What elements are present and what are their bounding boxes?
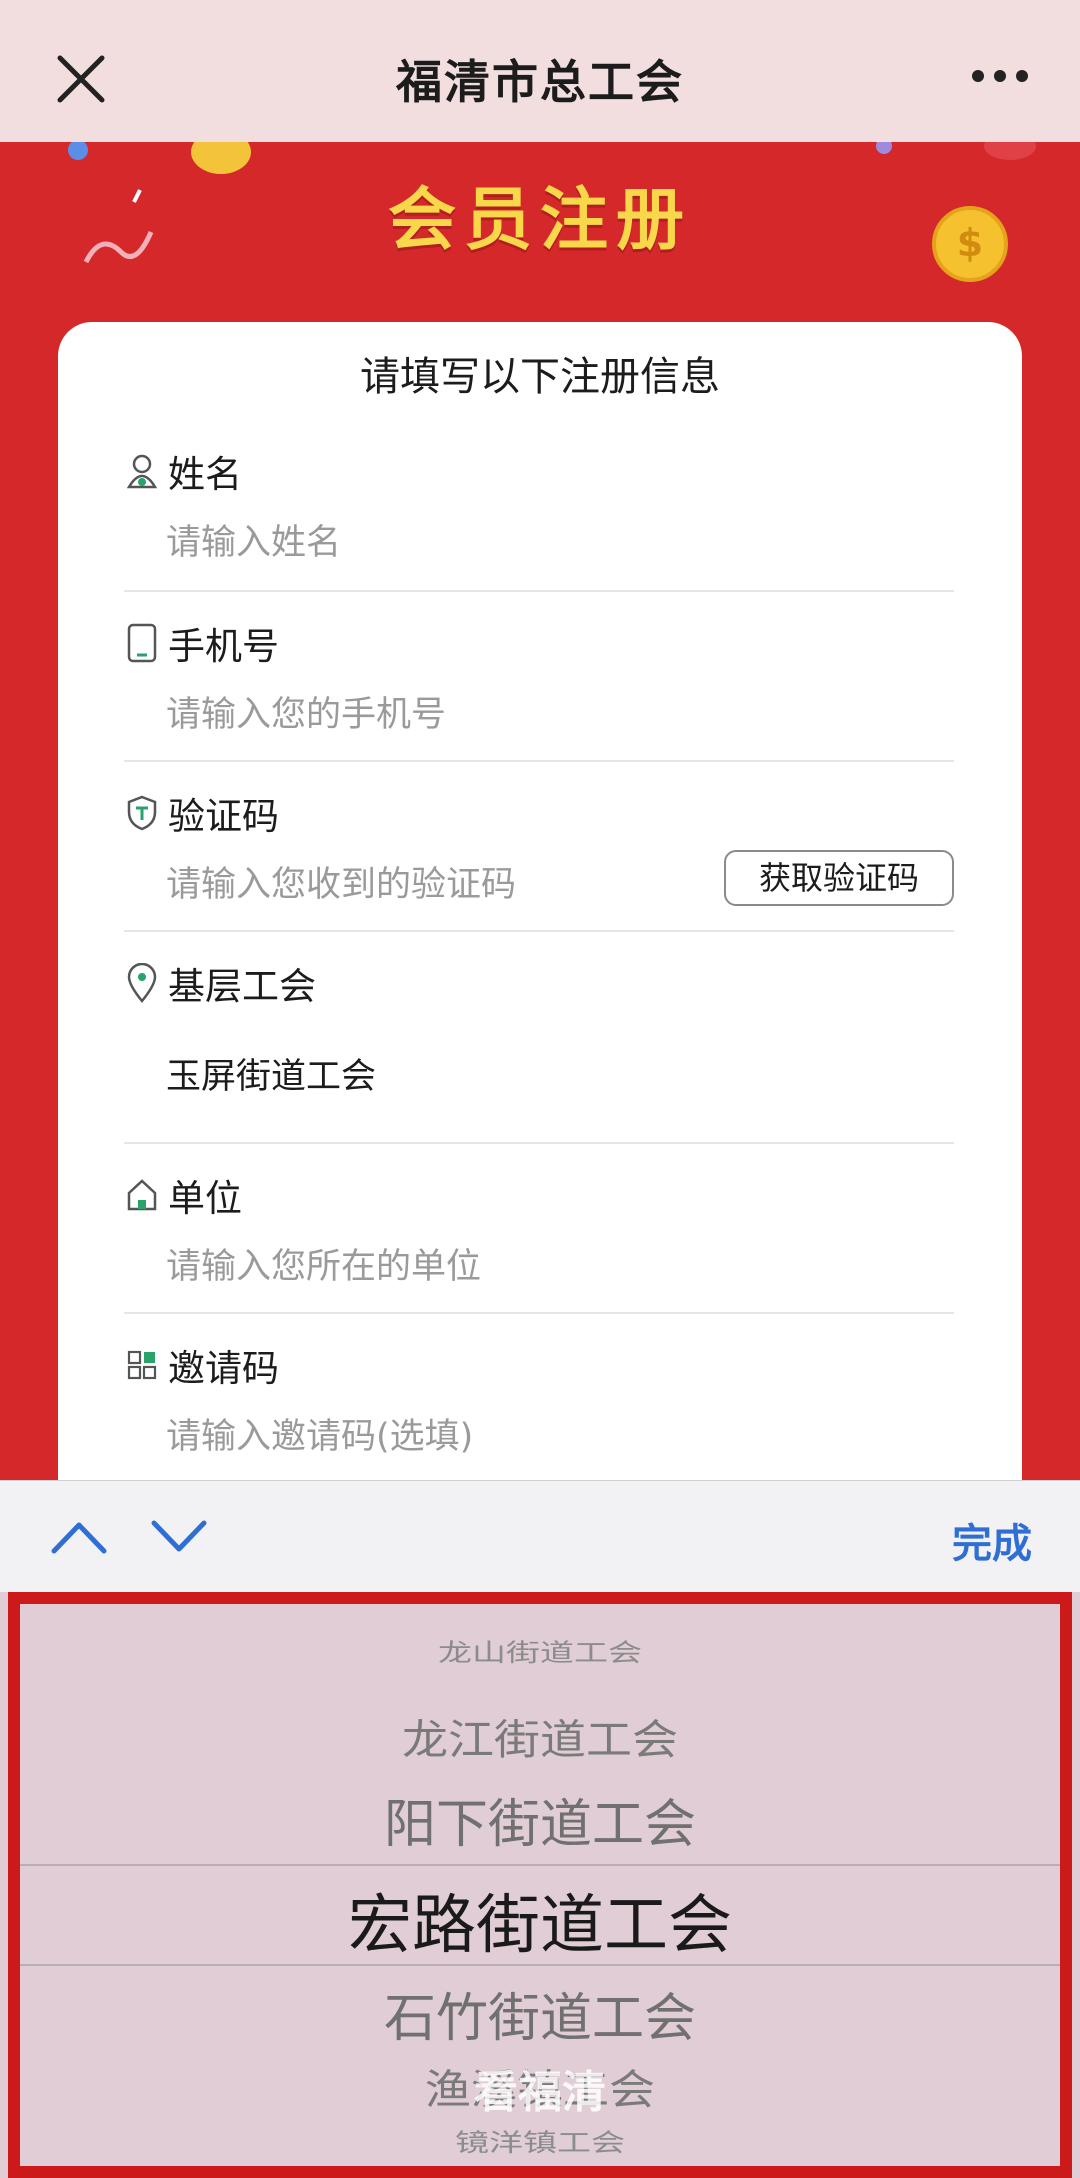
coin-icon: $ [932,206,1008,282]
registration-form-card: 请填写以下注册信息 姓名 请输入姓名 手机号 请输入您的手机号 验证码 请输入您… [58,322,1022,1522]
svg-text:$: $ [957,221,983,265]
workplace-field: 单位 请输入您所在的单位 [124,1170,954,1340]
location-pin-icon [127,963,157,1003]
picker-toolbar: 完成 [0,1480,1080,1592]
field-label: 手机号 [168,625,279,668]
divider [124,930,954,932]
chevron-up-icon[interactable] [50,1517,108,1557]
grid-icon [127,1350,157,1380]
get-code-button[interactable]: 获取验证码 [724,850,954,906]
workplace-input[interactable]: 请输入您所在的单位 [166,1238,481,1289]
verification-code-input[interactable]: 请输入您收到的验证码 [166,856,516,907]
divider [124,1142,954,1144]
invite-code-input[interactable]: 请输入邀请码(选填) [166,1408,473,1459]
top-nav-bar: 福清市总工会 [0,0,1080,142]
chevron-down-icon[interactable] [150,1517,208,1557]
phone-icon [127,623,157,663]
coin-icon [191,142,251,174]
name-field: 姓名 请输入姓名 [124,446,954,616]
page-title: 福清市总工会 [396,55,684,109]
grassroots-union-field: 基层工会 玉屏街道工会 [124,958,954,1170]
union-picker-wheel[interactable]: 龙山街道工会 龙江街道工会 阳下街道工会 宏路街道工会 石竹街道工会 渔溪镇工会… [0,1592,1080,2178]
invite-code-field: 邀请码 请输入邀请码(选填) [124,1340,954,1490]
highlight-frame [8,1592,1072,2178]
grassroots-union-select[interactable]: 玉屏街道工会 [166,1048,376,1099]
home-icon [127,1179,157,1211]
divider [124,760,954,762]
done-button[interactable]: 完成 [952,1511,1032,1569]
field-label: 单位 [168,1177,242,1220]
field-label: 基层工会 [168,965,316,1008]
confetti-decoration [68,142,154,264]
shield-icon [127,795,157,831]
confetti-decoration [876,142,1036,160]
form-title: 请填写以下注册信息 [360,354,720,400]
name-input[interactable]: 请输入姓名 [166,514,341,565]
person-icon [126,454,158,489]
verification-code-field: 验证码 请输入您收到的验证码 获取验证码 [124,788,954,958]
phone-field: 手机号 请输入您的手机号 [124,618,954,788]
more-icon[interactable] [970,56,1030,96]
phone-input[interactable]: 请输入您的手机号 [166,686,446,737]
field-label: 邀请码 [168,1347,279,1390]
field-label: 姓名 [168,453,242,496]
field-label: 验证码 [168,795,279,838]
divider [124,590,954,592]
divider [124,1312,954,1314]
